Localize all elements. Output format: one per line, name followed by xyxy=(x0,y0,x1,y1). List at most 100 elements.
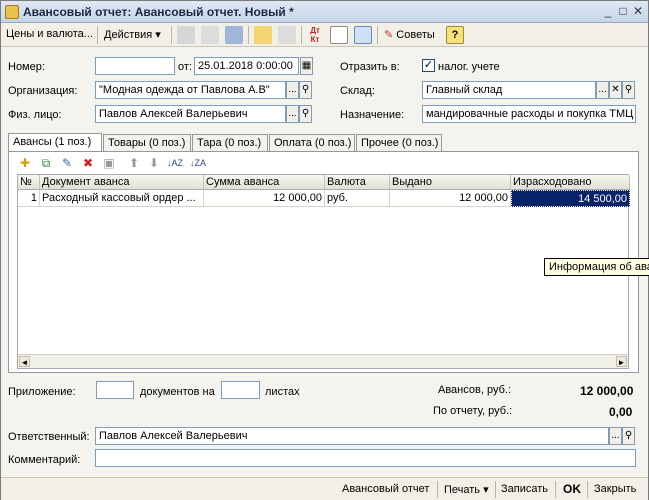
warehouse-label: Склад: xyxy=(340,85,375,97)
toolbar-separator xyxy=(248,26,249,44)
close-icon[interactable]: ✕ xyxy=(630,4,646,20)
tab-advances[interactable]: Авансы (1 поз.) xyxy=(8,133,102,152)
copy-icon[interactable] xyxy=(278,26,296,44)
responsible-field[interactable]: Павлов Алексей Валерьевич xyxy=(95,427,609,445)
number-field[interactable] xyxy=(95,57,175,75)
attachment-label: Приложение: xyxy=(8,386,76,398)
tips-label: Советы xyxy=(396,29,435,41)
save-button[interactable]: Записать xyxy=(501,483,548,495)
bottom-separator xyxy=(437,481,438,498)
tax-accounting-checkbox[interactable]: ✓ xyxy=(422,59,435,72)
organization-select-button[interactable]: ... xyxy=(286,81,299,99)
scroll-right-icon[interactable]: ► xyxy=(616,356,627,367)
move-icon[interactable] xyxy=(177,26,195,44)
advance-report-button[interactable]: Авансовый отчет xyxy=(342,483,429,495)
sheets-field[interactable] xyxy=(221,381,260,399)
table-cell[interactable]: 12 000,00 xyxy=(390,190,511,207)
warehouse-clear-icon[interactable]: ✕ xyxy=(609,81,622,99)
date-field[interactable]: 25.01.2018 0:00:00 xyxy=(194,57,299,75)
advances-total-label: Авансов, руб.: xyxy=(438,384,511,396)
organization-search-icon[interactable]: ⚲ xyxy=(299,81,312,99)
column-header[interactable]: Выдано xyxy=(390,175,511,190)
responsible-search-icon[interactable]: ⚲ xyxy=(622,427,635,445)
warehouse-select-button[interactable]: ... xyxy=(596,81,609,99)
person-field[interactable]: Павлов Алексей Валерьевич xyxy=(95,105,286,123)
actions-menu-button[interactable]: Действия ▾ xyxy=(104,28,161,41)
person-select-button[interactable]: ... xyxy=(286,105,299,123)
copy-row-icon[interactable]: ⧉ xyxy=(38,155,54,171)
tab-payment[interactable]: Оплата (0 поз.) xyxy=(269,134,355,152)
maximize-icon[interactable]: □ xyxy=(615,4,631,20)
responsible-label: Ответственный: xyxy=(8,431,90,443)
close-button[interactable]: Закрыть xyxy=(594,483,636,495)
sort-asc-icon[interactable]: ↓AZ xyxy=(167,155,183,171)
list-icon[interactable] xyxy=(330,26,348,44)
horizontal-scrollbar[interactable]: ◄ ► xyxy=(18,354,628,368)
report-total-value: 0,00 xyxy=(609,405,633,419)
tab-other[interactable]: Прочее (0 поз.) xyxy=(356,134,442,152)
advances-total-value: 12 000,00 xyxy=(580,384,634,398)
comment-field[interactable] xyxy=(95,449,636,467)
advances-table[interactable]: № Документ аванса Сумма аванса Валюта Вы… xyxy=(17,174,630,369)
bottom-separator xyxy=(495,481,496,498)
ok-button[interactable]: OK xyxy=(563,482,581,496)
toolbar: Цены и валюта... Действия ▾ Дт Кт ✎ Сове… xyxy=(1,23,648,47)
actions-label: Действия xyxy=(104,29,153,41)
purpose-field[interactable]: мандировачные расходы и покупка ТМЦ xyxy=(422,105,636,123)
table-cell[interactable]: 1 xyxy=(18,190,40,207)
purpose-label: Назначение: xyxy=(340,109,405,121)
column-header[interactable]: Документ аванса xyxy=(40,175,204,190)
bottom-bar: Авансовый отчет Печать ▾ Записать OK Зак… xyxy=(1,477,648,500)
column-header[interactable]: № xyxy=(18,175,40,190)
person-search-icon[interactable]: ⚲ xyxy=(299,105,312,123)
organization-label: Организация: xyxy=(8,85,78,97)
window-title: Авансовый отчет: Авансовый отчет. Новый … xyxy=(23,5,294,19)
column-header[interactable]: Израсходовано xyxy=(511,175,630,190)
add-row-icon[interactable]: ✚ xyxy=(17,155,33,171)
reflect-label: Отразить в: xyxy=(340,61,400,73)
sort-desc-icon[interactable]: ↓ZA xyxy=(190,155,206,171)
dt-kt-icon[interactable]: Дт Кт xyxy=(306,26,324,44)
comment-label: Комментарий: xyxy=(8,454,81,466)
tips-button[interactable]: ✎ Советы xyxy=(384,28,435,41)
bottom-separator xyxy=(555,481,556,498)
post-icon[interactable] xyxy=(201,26,219,44)
tab-goods[interactable]: Товары (0 поз.) xyxy=(103,134,191,152)
table-cell[interactable]: Расходный кассовый ордер ... xyxy=(40,190,204,207)
warehouse-search-icon[interactable]: ⚲ xyxy=(622,81,635,99)
docs-on-label: документов на xyxy=(140,386,215,398)
table-cell[interactable]: 14 500,00 xyxy=(511,190,630,207)
organization-field[interactable]: "Модная одежда от Павлова А.В" xyxy=(95,81,286,99)
table-cell[interactable]: 12 000,00 xyxy=(204,190,325,207)
end-edit-icon[interactable]: ▣ xyxy=(101,155,117,171)
table-cell[interactable]: руб. xyxy=(325,190,390,207)
print-menu-button[interactable]: Печать ▾ xyxy=(444,483,489,496)
tab-container[interactable]: Тара (0 поз.) xyxy=(192,134,268,152)
person-label: Физ. лицо: xyxy=(8,109,62,121)
edit-row-icon[interactable]: ✎ xyxy=(59,155,75,171)
responsible-select-button[interactable]: ... xyxy=(609,427,622,445)
attachment-docs-field[interactable] xyxy=(96,381,134,399)
bottom-separator xyxy=(587,481,588,498)
scroll-left-icon[interactable]: ◄ xyxy=(19,356,30,367)
calendar-icon[interactable]: ▦ xyxy=(300,57,313,75)
minimize-icon[interactable]: _ xyxy=(600,4,616,20)
fill-icon[interactable] xyxy=(254,26,272,44)
structure-icon[interactable] xyxy=(354,26,372,44)
move-down-icon[interactable]: ⬇ xyxy=(146,155,162,171)
help-icon[interactable]: ? xyxy=(446,26,464,44)
document-window: Авансовый отчет: Авансовый отчет. Новый … xyxy=(0,0,649,500)
toolbar-separator xyxy=(377,26,378,44)
toolbar-separator xyxy=(171,26,172,44)
refresh-icon[interactable] xyxy=(225,26,243,44)
move-up-icon[interactable]: ⬆ xyxy=(126,155,142,171)
column-header[interactable]: Сумма аванса xyxy=(204,175,325,190)
tooltip: Информация об авансе xyxy=(544,258,649,276)
column-header[interactable]: Валюта xyxy=(325,175,390,190)
tax-accounting-label: налог. учете xyxy=(438,61,500,73)
toolbar-separator xyxy=(97,26,98,44)
title-bar: Авансовый отчет: Авансовый отчет. Новый … xyxy=(1,1,648,23)
delete-row-icon[interactable]: ✖ xyxy=(80,155,96,171)
prices-currency-button[interactable]: Цены и валюта... xyxy=(6,28,93,40)
warehouse-field[interactable]: Главный склад xyxy=(422,81,596,99)
